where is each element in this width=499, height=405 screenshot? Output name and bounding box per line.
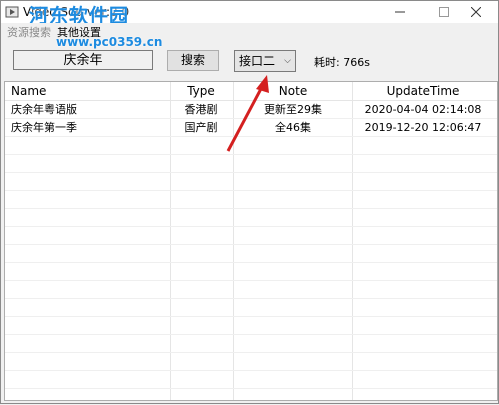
annotation-arrow-icon bbox=[226, 75, 269, 152]
app-window: Video Sou ver:2.0 河东软件园 资源搜索 其他设置 www.pc… bbox=[0, 0, 499, 404]
